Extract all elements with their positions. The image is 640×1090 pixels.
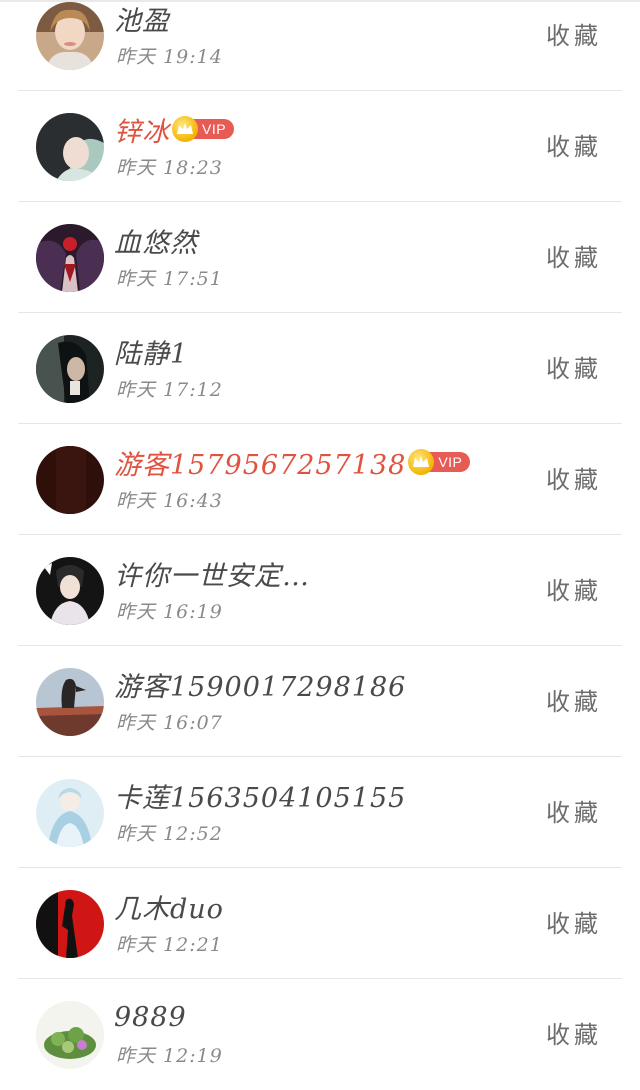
name-line: 池盈 — [114, 0, 170, 38]
favorite-button[interactable]: 收藏 — [546, 349, 602, 384]
favorite-button[interactable]: 收藏 — [546, 682, 602, 717]
user-name[interactable]: 陆静1 — [114, 332, 188, 371]
list-item[interactable]: 许你一世安定… 昨天 16:19 收藏 — [0, 535, 640, 646]
favorite-button[interactable]: 收藏 — [546, 16, 602, 51]
user-name[interactable]: 几木duo — [114, 887, 224, 926]
timestamp: 昨天 12:52 — [116, 823, 223, 845]
avatar[interactable] — [36, 890, 104, 958]
avatar[interactable] — [36, 1001, 104, 1069]
favorite-button[interactable]: 收藏 — [546, 460, 602, 495]
avatar[interactable] — [36, 2, 104, 70]
avatar-image — [36, 557, 104, 625]
name-line: 陆静1 — [114, 332, 188, 371]
avatar-image — [36, 113, 104, 181]
favorite-button[interactable]: 收藏 — [546, 793, 602, 828]
avatar[interactable] — [36, 557, 104, 625]
avatar-image — [36, 335, 104, 403]
avatar-image — [36, 224, 104, 292]
timestamp: 昨天 18:23 — [116, 157, 223, 179]
user-name[interactable]: 池盈 — [114, 0, 170, 38]
list-item[interactable]: 卡莲1563504105155 昨天 12:52 收藏 — [0, 757, 640, 868]
avatar[interactable] — [36, 335, 104, 403]
avatar-image — [36, 890, 104, 958]
avatar[interactable] — [36, 446, 104, 514]
list-item[interactable]: 9889 昨天 12:19 收藏 — [0, 979, 640, 1090]
name-line: 游客1579567257138 VIP — [114, 443, 471, 482]
user-name[interactable]: 游客1590017298186 — [114, 665, 406, 704]
name-line: 游客1590017298186 — [114, 665, 406, 704]
list-item[interactable]: 陆静1 昨天 17:12 收藏 — [0, 313, 640, 424]
avatar-image — [36, 668, 104, 736]
favorite-button[interactable]: 收藏 — [546, 127, 602, 162]
user-name[interactable]: 许你一世安定… — [114, 554, 310, 593]
avatar-image — [36, 779, 104, 847]
avatar-image — [36, 446, 104, 514]
timestamp: 昨天 17:12 — [116, 379, 223, 401]
name-line: 几木duo — [114, 887, 224, 926]
name-line: 9889 — [114, 999, 187, 1035]
timestamp: 昨天 12:21 — [116, 934, 223, 956]
list-item[interactable]: 锌冰 VIP 昨天 18:23 收藏 — [0, 91, 640, 202]
vip-badge: VIP — [408, 449, 471, 475]
user-list: 池盈 昨天 19:14 收藏 锌冰 VIP 昨天 18:23 收藏 血悠然 昨天… — [0, 0, 640, 1090]
timestamp: 昨天 16:07 — [116, 712, 223, 734]
avatar[interactable] — [36, 113, 104, 181]
favorite-button[interactable]: 收藏 — [546, 238, 602, 273]
avatar[interactable] — [36, 668, 104, 736]
list-item[interactable]: 池盈 昨天 19:14 收藏 — [0, 0, 640, 91]
avatar-image — [36, 1001, 104, 1069]
timestamp: 昨天 16:43 — [116, 490, 223, 512]
list-item[interactable]: 游客1579567257138 VIP 昨天 16:43 收藏 — [0, 424, 640, 535]
user-name[interactable]: 游客1579567257138 — [114, 443, 406, 482]
list-item[interactable]: 血悠然 昨天 17:51 收藏 — [0, 202, 640, 313]
name-line: 血悠然 — [114, 221, 198, 260]
favorite-button[interactable]: 收藏 — [546, 571, 602, 606]
favorite-button[interactable]: 收藏 — [546, 904, 602, 939]
vip-badge: VIP — [172, 116, 235, 142]
avatar-image — [36, 2, 104, 70]
name-line: 锌冰 VIP — [114, 110, 235, 149]
favorite-button[interactable]: 收藏 — [546, 1015, 602, 1050]
crown-icon — [172, 116, 198, 142]
user-name[interactable]: 卡莲1563504105155 — [114, 776, 406, 815]
list-item[interactable]: 几木duo 昨天 12:21 收藏 — [0, 868, 640, 979]
name-line: 卡莲1563504105155 — [114, 776, 406, 815]
name-line: 许你一世安定… — [114, 554, 310, 593]
user-name[interactable]: 锌冰 — [114, 110, 170, 149]
list-item[interactable]: 游客1590017298186 昨天 16:07 收藏 — [0, 646, 640, 757]
timestamp: 昨天 19:14 — [116, 46, 223, 68]
user-name[interactable]: 9889 — [114, 1002, 187, 1033]
avatar[interactable] — [36, 224, 104, 292]
avatar[interactable] — [36, 779, 104, 847]
user-name[interactable]: 血悠然 — [114, 221, 198, 260]
timestamp: 昨天 17:51 — [116, 268, 223, 290]
timestamp: 昨天 16:19 — [116, 601, 223, 623]
